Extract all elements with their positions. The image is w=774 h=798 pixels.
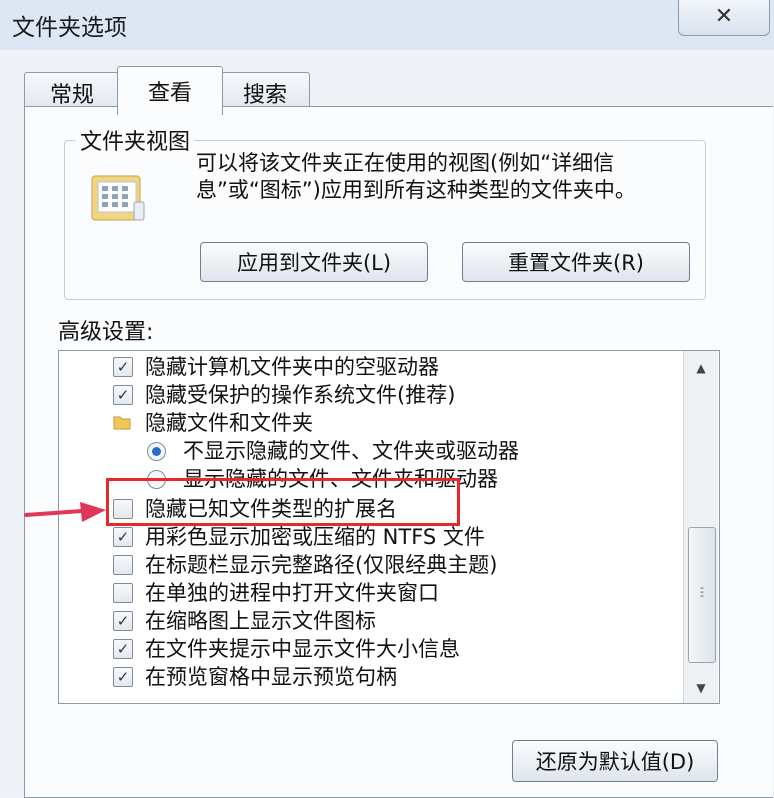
folder-views-icon: [91, 175, 145, 221]
checkbox[interactable]: [113, 555, 133, 575]
advanced-settings-list[interactable]: ✓ 隐藏计算机文件夹中的空驱动器 ✓ 隐藏受保护的操作系统文件(推荐) 隐藏文件…: [58, 350, 720, 704]
checkbox[interactable]: ✓: [113, 611, 133, 631]
folder-views-description: 可以将该文件夹正在使用的视图(例如“详细信息”或“图标”)应用到所有这种类型的文…: [196, 151, 636, 202]
apply-to-folders-label: 应用到文件夹(L): [236, 251, 392, 275]
restore-defaults-label: 还原为默认值(D): [535, 750, 695, 774]
list-item-label: 隐藏受保护的操作系统文件(推荐): [145, 383, 456, 407]
folder-views-title: 文件夹视图: [76, 124, 195, 156]
highlight-annotation: [106, 478, 460, 526]
title-bar: 文件夹选项 ✕: [0, 0, 774, 50]
checkbox[interactable]: ✓: [113, 385, 133, 405]
list-item-label: 用彩色显示加密或压缩的 NTFS 文件: [145, 525, 485, 549]
tab-view[interactable]: 查看: [117, 66, 223, 115]
radio-button[interactable]: [147, 442, 166, 461]
grip-icon: - - -: [700, 581, 704, 602]
list-item-label: 在单独的进程中打开文件夹窗口: [145, 581, 439, 605]
scroll-thumb[interactable]: - - -: [688, 527, 716, 663]
tab-view-label: 查看: [147, 81, 192, 106]
scroll-down-arrow-icon[interactable]: ▼: [684, 675, 718, 701]
list-item-label: 隐藏文件和文件夹: [145, 411, 313, 435]
list-item-label: 在缩略图上显示文件图标: [145, 609, 376, 633]
checkbox[interactable]: ✓: [113, 357, 133, 377]
advanced-settings-label: 高级设置:: [58, 320, 154, 345]
close-icon: ✕: [714, 3, 734, 29]
list-item-label: 在标题栏显示完整路径(仅限经典主题): [145, 553, 498, 577]
list-item-label: 在预览窗格中显示预览句柄: [145, 665, 397, 689]
restore-defaults-button[interactable]: 还原为默认值(D): [512, 740, 718, 782]
tab-search-label: 搜索: [242, 83, 287, 108]
arrow-annotation-icon: [24, 502, 106, 522]
checkbox[interactable]: [113, 583, 133, 603]
checkbox[interactable]: ✓: [113, 527, 133, 547]
checkbox[interactable]: ✓: [113, 639, 133, 659]
apply-to-folders-button[interactable]: 应用到文件夹(L): [200, 242, 428, 282]
folder-icon: [113, 416, 131, 430]
close-button[interactable]: ✕: [678, 0, 770, 36]
list-item-label: 在文件夹提示中显示文件大小信息: [145, 637, 460, 661]
reset-folders-label: 重置文件夹(R): [508, 251, 644, 275]
checkbox[interactable]: ✓: [113, 667, 133, 687]
scroll-up-arrow-icon[interactable]: ▲: [684, 355, 718, 381]
window-title: 文件夹选项: [12, 15, 127, 41]
list-item-label: 不显示隐藏的文件、文件夹或驱动器: [183, 439, 519, 463]
vertical-scrollbar[interactable]: ▲ - - - ▼: [683, 351, 718, 703]
list-item-label: 隐藏计算机文件夹中的空驱动器: [145, 355, 439, 379]
reset-folders-button[interactable]: 重置文件夹(R): [462, 242, 690, 282]
tab-general-label: 常规: [49, 83, 94, 108]
